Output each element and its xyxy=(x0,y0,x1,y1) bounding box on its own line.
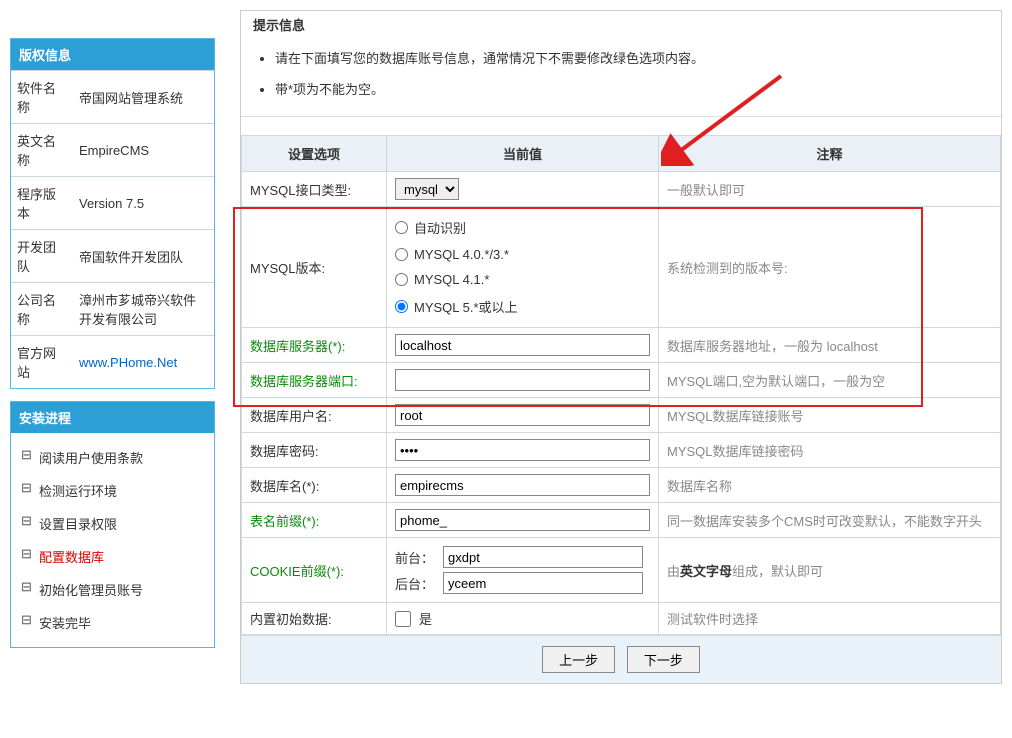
button-bar: 上一步 下一步 xyxy=(241,635,1001,683)
config-table: 设置选项 当前值 注释 MYSQL接口类型: mysql 一般默认即可 MYSQ… xyxy=(241,135,1001,635)
info-key: 程序版本 xyxy=(11,177,73,230)
tips-title: 提示信息 xyxy=(253,15,989,34)
initdata-note: 测试软件时选择 xyxy=(659,603,1001,635)
progress-title: 安装进程 xyxy=(11,402,214,433)
mysql-ver-radio[interactable] xyxy=(395,221,408,234)
pwd-note: MYSQL数据库链接密码 xyxy=(659,433,1001,468)
pwd-input[interactable] xyxy=(395,439,650,461)
th-note: 注释 xyxy=(659,136,1001,172)
mysql-type-select[interactable]: mysql xyxy=(395,178,459,200)
mysql-ver-note: 系统检测到的版本号: xyxy=(659,207,1001,328)
pwd-label: 数据库密码: xyxy=(242,433,387,468)
progress-step: 设置目录权限 xyxy=(11,507,214,540)
main-panel: 提示信息 请在下面填写您的数据库账号信息，通常情况下不需要修改绿色选项内容。带*… xyxy=(240,10,1002,684)
progress-panel: 安装进程 阅读用户使用条款检测运行环境设置目录权限配置数据库初始化管理员账号安装… xyxy=(10,401,215,648)
info-value: 帝国软件开发团队 xyxy=(73,230,214,283)
progress-step: 初始化管理员账号 xyxy=(11,573,214,606)
mysql-ver-radio[interactable] xyxy=(395,300,408,313)
tip-line: 请在下面填写您的数据库账号信息，通常情况下不需要修改绿色选项内容。 xyxy=(275,42,989,73)
info-value: Version 7.5 xyxy=(73,177,214,230)
dbname-label: 数据库名(*): xyxy=(242,468,387,503)
th-value: 当前值 xyxy=(387,136,659,172)
info-key: 软件名称 xyxy=(11,71,73,124)
cookie-note: 由英文字母组成，默认即可 xyxy=(659,538,1001,603)
server-input[interactable] xyxy=(395,334,650,356)
copyright-panel: 版权信息 软件名称帝国网站管理系统英文名称EmpireCMS程序版本Versio… xyxy=(10,38,215,389)
copyright-table: 软件名称帝国网站管理系统英文名称EmpireCMS程序版本Version 7.5… xyxy=(11,70,214,388)
mysql-ver-radio[interactable] xyxy=(395,248,408,261)
info-key: 英文名称 xyxy=(11,124,73,177)
tip-line: 带*项为不能为空。 xyxy=(275,73,989,104)
server-label: 数据库服务器(*): xyxy=(242,328,387,363)
mysql-ver-label: MYSQL版本: xyxy=(242,207,387,328)
prefix-input[interactable] xyxy=(395,509,650,531)
next-button[interactable]: 下一步 xyxy=(627,646,700,673)
info-key: 公司名称 xyxy=(11,283,73,336)
progress-list: 阅读用户使用条款检测运行环境设置目录权限配置数据库初始化管理员账号安装完毕 xyxy=(11,433,214,647)
cookie-label: COOKIE前缀(*): xyxy=(242,538,387,603)
prev-button[interactable]: 上一步 xyxy=(542,646,615,673)
user-label: 数据库用户名: xyxy=(242,398,387,433)
info-value: EmpireCMS xyxy=(73,124,214,177)
official-site-link[interactable]: www.PHome.Net xyxy=(79,355,177,370)
dbname-input[interactable] xyxy=(395,474,650,496)
user-input[interactable] xyxy=(395,404,650,426)
mysql-type-note: 一般默认即可 xyxy=(659,172,1001,207)
initdata-checkbox[interactable] xyxy=(395,611,411,627)
port-input[interactable] xyxy=(395,369,650,391)
mysql-ver-options: 自动识别MYSQL 4.0.*/3.*MYSQL 4.1.*MYSQL 5.*或… xyxy=(387,207,659,328)
th-option: 设置选项 xyxy=(242,136,387,172)
cookie-front-input[interactable] xyxy=(443,546,643,568)
cookie-back-label: 后台： xyxy=(395,574,437,593)
info-value: www.PHome.Net xyxy=(73,336,214,389)
cookie-back-input[interactable] xyxy=(443,572,643,594)
copyright-title: 版权信息 xyxy=(11,39,214,70)
progress-step: 阅读用户使用条款 xyxy=(11,441,214,474)
mysql-type-label: MYSQL接口类型: xyxy=(242,172,387,207)
port-note: MYSQL端口,空为默认端口，一般为空 xyxy=(659,363,1001,398)
tips-list: 请在下面填写您的数据库账号信息，通常情况下不需要修改绿色选项内容。带*项为不能为… xyxy=(253,42,989,104)
server-note: 数据库服务器地址，一般为 localhost xyxy=(659,328,1001,363)
tips-section: 提示信息 请在下面填写您的数据库账号信息，通常情况下不需要修改绿色选项内容。带*… xyxy=(241,11,1001,117)
info-value: 漳州市芗城帝兴软件开发有限公司 xyxy=(73,283,214,336)
port-label: 数据库服务器端口: xyxy=(242,363,387,398)
prefix-note: 同一数据库安装多个CMS时可改变默认，不能数字开头 xyxy=(659,503,1001,538)
info-key: 开发团队 xyxy=(11,230,73,283)
progress-step: 检测运行环境 xyxy=(11,474,214,507)
progress-step: 配置数据库 xyxy=(11,540,214,573)
initdata-label: 内置初始数据: xyxy=(242,603,387,635)
cookie-front-label: 前台： xyxy=(395,548,437,567)
prefix-label: 表名前缀(*): xyxy=(242,503,387,538)
mysql-ver-radio[interactable] xyxy=(395,273,408,286)
info-value: 帝国网站管理系统 xyxy=(73,71,214,124)
dbname-note: 数据库名称 xyxy=(659,468,1001,503)
user-note: MYSQL数据库链接账号 xyxy=(659,398,1001,433)
info-key: 官方网站 xyxy=(11,336,73,389)
progress-step: 安装完毕 xyxy=(11,606,214,639)
